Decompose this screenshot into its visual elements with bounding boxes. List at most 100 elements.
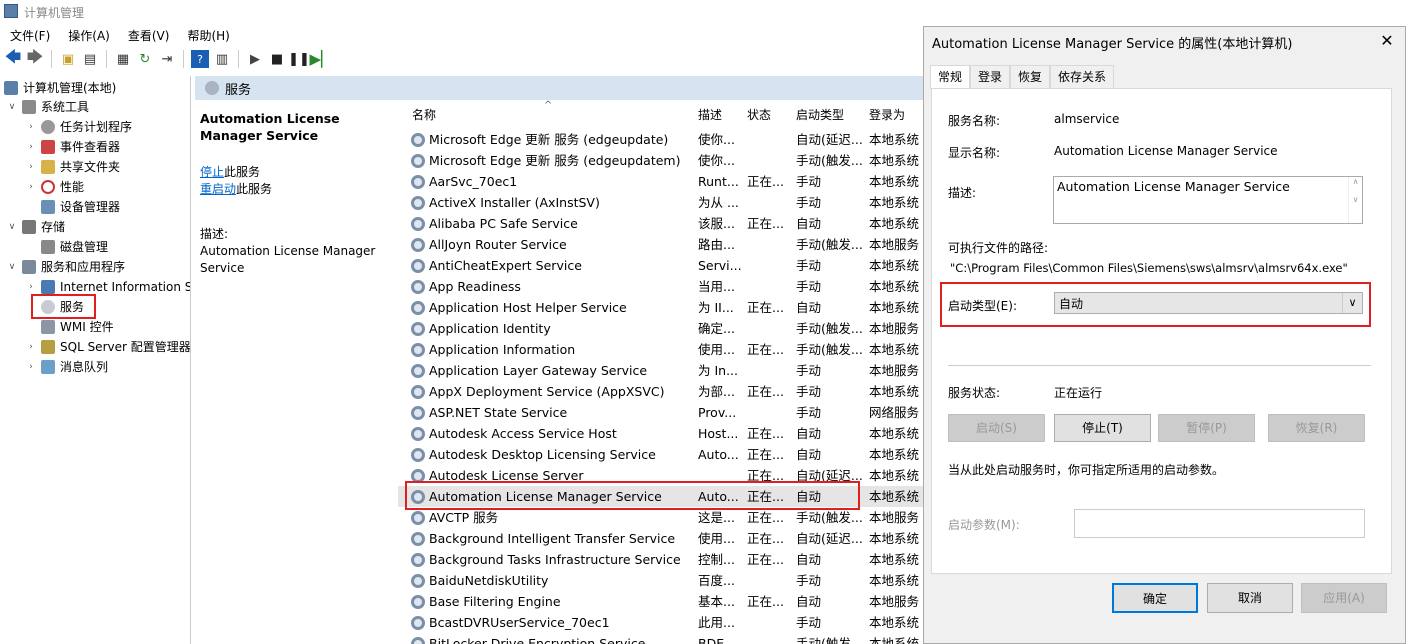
cancel-button[interactable]: 取消 [1207,583,1293,613]
pause-icon[interactable]: ❚❚ [288,50,310,68]
refresh-icon[interactable]: ↻ [136,50,154,68]
chevron-down-icon[interactable]: ∨ [6,257,18,277]
menu-file[interactable]: 文件(F) [10,27,50,44]
tree-item-system-tools[interactable]: ∨ 系统工具 [6,97,89,117]
stop-service-link[interactable]: 停止 [200,165,224,179]
menu-action[interactable]: 操作(A) [68,27,110,44]
service-row[interactable]: BitLocker Drive Encryption Service BDE...… [398,633,925,644]
properties-icon[interactable]: ▦ [114,50,132,68]
chevron-down-icon[interactable]: ∨ [6,97,18,117]
chevron-down-icon[interactable]: ∨ [6,217,18,237]
gear-icon [411,196,425,210]
gear-icon [411,364,425,378]
tree-item-storage[interactable]: ∨ 存储 [6,217,65,237]
start-button[interactable]: 启动(S) [948,414,1045,442]
service-row[interactable]: Background Tasks Infrastructure Service 控… [398,549,925,570]
tab-logon[interactable]: 登录 [970,65,1011,88]
service-row[interactable]: Microsoft Edge 更新 服务 (edgeupdatem) 使你... 手… [398,150,925,171]
service-row[interactable]: AntiCheatExpert Service Servi... 手动 本地系统 [398,255,925,276]
export-list-icon[interactable]: ⇥ [158,50,176,68]
service-row[interactable]: Autodesk Access Service Host Host... 正在...… [398,423,925,444]
forward-arrow-icon[interactable]: 🡆 [26,47,44,68]
service-row[interactable]: Base Filtering Engine 基本... 正在... 自动 本地服务 [398,591,925,612]
tab-general[interactable]: 常规 [930,65,971,89]
tree-item-shared-folders[interactable]: › 共享文件夹 [25,157,120,177]
service-row[interactable]: Autodesk Desktop Licensing Service Auto..… [398,444,925,465]
chevron-right-icon[interactable]: › [25,137,37,157]
show-hide-tree-icon[interactable]: ▤ [81,50,99,68]
service-description: 使用... [698,342,735,357]
service-row[interactable]: Application Layer Gateway Service 为 In...… [398,360,925,381]
close-icon[interactable]: ✕ [1372,29,1402,53]
menu-help[interactable]: 帮助(H) [187,27,229,44]
play-icon[interactable]: ▶ [246,50,264,68]
column-status[interactable]: 状态 [747,106,771,126]
service-row[interactable]: ActiveX Installer (AxInstSV) 为从 ... 手动 本地系统 [398,192,925,213]
service-row[interactable]: AppX Deployment Service (AppXSVC) 为部... 正在… [398,381,925,402]
chevron-right-icon[interactable]: › [25,157,37,177]
tree-item-msmq[interactable]: › 消息队列 [25,357,108,377]
column-name[interactable]: 名称 [412,106,436,126]
tree-item-wmi[interactable]: WMI 控件 [25,317,114,337]
description-label: 描述: [200,227,229,241]
tree-item-root[interactable]: 计算机管理(本地) [4,78,116,98]
tree-item-services-apps[interactable]: ∨ 服务和应用程序 [6,257,125,277]
service-description: 为部... [698,384,735,399]
up-folder-icon[interactable]: ▣ [59,50,77,68]
service-name: Autodesk Desktop Licensing Service [429,447,656,462]
stop-button[interactable]: 停止(T) [1054,414,1151,442]
ok-button[interactable]: 确定 [1112,583,1198,613]
column-startup-type[interactable]: 启动类型 [796,106,844,126]
service-row[interactable]: Application Host Helper Service 为 II... 正在… [398,297,925,318]
tree-item-performance[interactable]: › 性能 [25,177,84,197]
service-name: Autodesk Access Service Host [429,426,617,441]
description-textarea[interactable]: Automation License Manager Service ∧ ∨ [1053,176,1363,224]
chevron-right-icon[interactable]: › [25,117,37,137]
service-row[interactable]: Application Information 使用... 正在... 手动(触发..… [398,339,925,360]
service-row[interactable]: BaiduNetdiskUtility 百度... 手动 本地系统 [398,570,925,591]
service-row[interactable]: AVCTP 服务 这是... 正在... 手动(触发... 本地服务 [398,507,925,528]
menu-view[interactable]: 查看(V) [128,27,170,44]
service-name: AVCTP 服务 [429,510,499,525]
help-icon[interactable]: ? [191,50,209,68]
tree-item-device-manager[interactable]: 设备管理器 [25,197,120,217]
resume-button[interactable]: 恢复(R) [1268,414,1365,442]
back-arrow-icon[interactable]: 🡄 [4,47,22,68]
tree-item-disk-management[interactable]: 磁盘管理 [25,237,108,257]
gear-icon [411,637,425,644]
service-row[interactable]: AarSvc_70ec1 Runt... 正在... 手动 本地系统 [398,171,925,192]
tab-recovery[interactable]: 恢复 [1010,65,1051,88]
column-logon[interactable]: 登录为 [869,106,905,126]
gear-icon [411,343,425,357]
apply-button[interactable]: 应用(A) [1301,583,1387,613]
tree-item-task-scheduler[interactable]: › 任务计划程序 [25,117,132,137]
pause-button[interactable]: 暂停(P) [1158,414,1255,442]
service-row[interactable]: BcastDVRUserService_70ec1 此用... 手动 本地系统 [398,612,925,633]
service-row[interactable]: Microsoft Edge 更新 服务 (edgeupdate) 使你... 自动… [398,129,925,150]
stop-icon[interactable]: ■ [268,50,286,68]
service-row[interactable]: Alibaba PC Safe Service 该服... 正在... 自动 本地系统 [398,213,925,234]
restart-icon[interactable]: ▶▏ [309,50,332,68]
service-row[interactable]: Application Identity 确定... 手动(触发... 本地服务 [398,318,925,339]
textarea-scrollbar[interactable]: ∧ ∨ [1348,177,1362,223]
service-row[interactable]: ASP.NET State Service Prov... 手动 网络服务 [398,402,925,423]
show-action-pane-icon[interactable]: ▥ [213,50,231,68]
service-row[interactable]: Background Intelligent Transfer Service 使… [398,528,925,549]
service-status: 正在... [747,594,784,609]
start-params-input[interactable] [1074,509,1365,538]
service-row[interactable]: AllJoyn Router Service 路由... 手动(触发... 本地服务 [398,234,925,255]
chevron-right-icon[interactable]: › [25,357,37,377]
service-logon: 本地系统 [869,531,920,546]
service-name: Background Intelligent Transfer Service [429,531,676,546]
restart-service-link[interactable]: 重启动 [200,182,236,196]
tab-dependencies[interactable]: 依存关系 [1050,65,1115,88]
tree-item-sql[interactable]: › SQL Server 配置管理器 [25,337,190,357]
service-row[interactable]: App Readiness 当用... 手动 本地系统 [398,276,925,297]
chevron-right-icon[interactable]: › [25,337,37,357]
service-logon: 本地服务 [869,363,920,378]
chevron-right-icon[interactable]: › [25,177,37,197]
column-description[interactable]: 描述 [698,106,722,126]
service-startup-type: 手动 [796,258,822,273]
clock-icon [41,120,55,134]
tree-item-event-viewer[interactable]: › 事件查看器 [25,137,120,157]
